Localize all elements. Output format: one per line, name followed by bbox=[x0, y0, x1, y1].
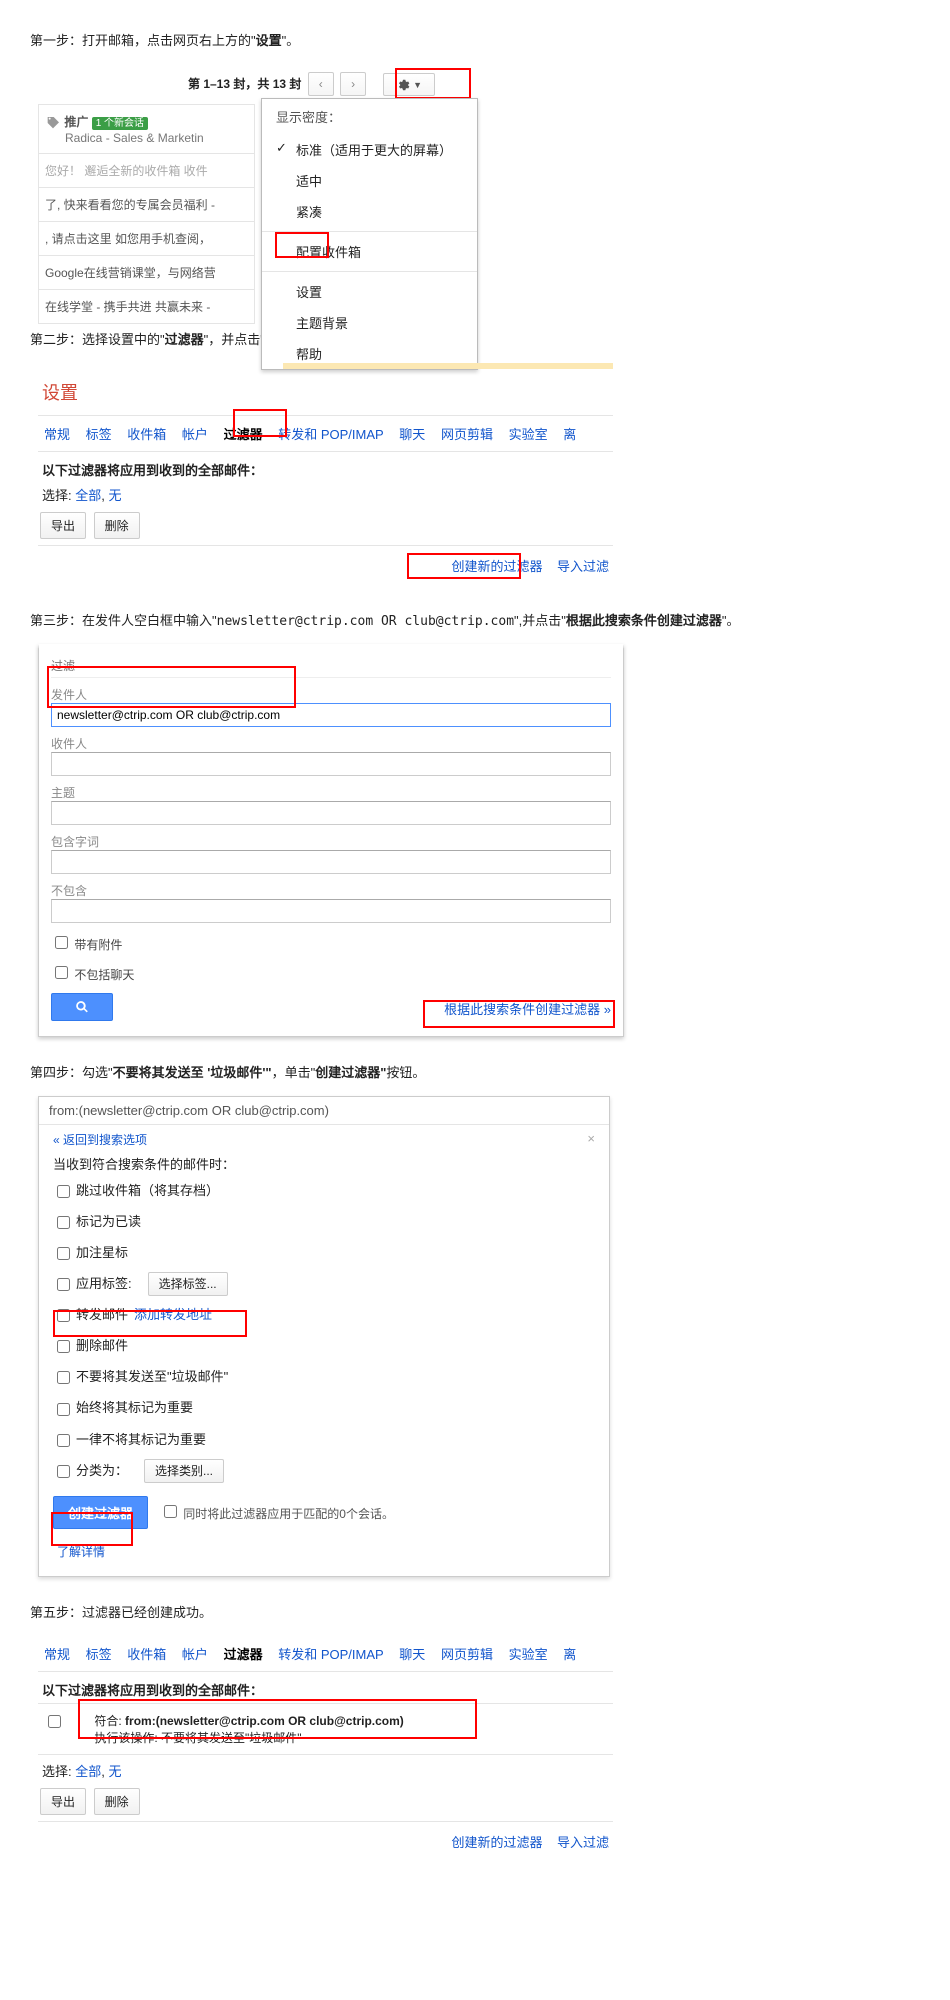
highlight-from bbox=[47, 666, 296, 708]
delete-button[interactable]: 删除 bbox=[94, 512, 140, 539]
search-icon bbox=[74, 1000, 90, 1014]
export-button[interactable]: 导出 bbox=[40, 1788, 86, 1815]
highlight-settings bbox=[275, 232, 329, 258]
tab-webclips[interactable]: 网页剪辑 bbox=[441, 427, 493, 442]
filter-from-bar: from:(newsletter@ctrip.com OR club@ctrip… bbox=[39, 1097, 609, 1125]
to-input[interactable] bbox=[51, 752, 611, 776]
search-button[interactable] bbox=[51, 993, 113, 1021]
back-link[interactable]: « 返回到搜索选项 bbox=[53, 1133, 147, 1147]
label-haswords: 包含字词 bbox=[51, 833, 611, 850]
select-none[interactable]: 无 bbox=[109, 488, 122, 503]
highlight-neverspam bbox=[53, 1310, 247, 1337]
label-subject: 主题 bbox=[51, 784, 611, 801]
highlight-search-link bbox=[423, 1000, 615, 1028]
category-select[interactable]: 选择类别... bbox=[144, 1459, 224, 1483]
export-button[interactable]: 导出 bbox=[40, 512, 86, 539]
highlight-create-filter bbox=[407, 553, 521, 579]
step1-text: 第一步：打开邮箱，点击网页右上方的"设置"。 bbox=[30, 30, 920, 49]
inbox-row[interactable]: 您好！ 邂逅全新的收件箱 收件 bbox=[39, 153, 254, 187]
highlight-gear bbox=[395, 68, 471, 99]
select-row: 选择: 全部, 无 bbox=[38, 483, 613, 506]
step1-figure: 第 1–13 封，共 13 封 ‹ › ▼ 推广 1 个新会话 Radica -… bbox=[38, 64, 478, 304]
delete-button[interactable]: 删除 bbox=[94, 1788, 140, 1815]
label-nothave: 不包含 bbox=[51, 882, 611, 899]
tab-webclips[interactable]: 网页剪辑 bbox=[441, 1647, 493, 1662]
promo-row[interactable]: 推广 1 个新会话 Radica - Sales & Marketin bbox=[39, 105, 254, 153]
cb-label[interactable] bbox=[57, 1278, 70, 1291]
tab-labels[interactable]: 标签 bbox=[86, 1647, 112, 1662]
tab-general[interactable]: 常规 bbox=[44, 1647, 70, 1662]
cb-notimportant[interactable] bbox=[57, 1434, 70, 1447]
menu-header: 显示密度： bbox=[262, 99, 477, 134]
settings-title: 设置 bbox=[38, 369, 613, 415]
inbox-row[interactable]: 了, 快来看看您的专属会员福利 - bbox=[39, 187, 254, 221]
label-to: 收件人 bbox=[51, 735, 611, 752]
menu-item-themes[interactable]: 主题背景 bbox=[262, 307, 477, 338]
inbox-row[interactable]: Google在线营销课堂，与网络营 bbox=[39, 255, 254, 289]
step2-figure: 设置 常规 标签 收件箱 帐户 过滤器 转发和 POP/IMAP 聊天 网页剪辑… bbox=[38, 363, 613, 585]
inbox-row[interactable]: , 请点击这里 如您用手机查阅， bbox=[39, 221, 254, 255]
when-header: 当收到符合搜索条件的邮件时： bbox=[53, 1148, 595, 1175]
cb-skip[interactable] bbox=[57, 1185, 70, 1198]
highlight-filter-tab bbox=[233, 409, 287, 437]
tab-forwarding[interactable]: 转发和 POP/IMAP bbox=[278, 427, 383, 442]
step5-text: 第五步：过滤器已经创建成功。 bbox=[30, 1602, 920, 1621]
next-button[interactable]: › bbox=[340, 72, 366, 96]
step5-figure: 常规 标签 收件箱 帐户 过滤器 转发和 POP/IMAP 聊天 网页剪辑 实验… bbox=[38, 1636, 613, 1861]
close-icon[interactable]: × bbox=[587, 1131, 595, 1146]
subject-input[interactable] bbox=[51, 801, 611, 825]
menu-item-compact[interactable]: 紧凑 bbox=[262, 196, 477, 227]
tab-accounts[interactable]: 帐户 bbox=[182, 427, 208, 442]
cb-category[interactable] bbox=[57, 1465, 70, 1478]
cb-nochat[interactable] bbox=[55, 966, 68, 979]
cb-read[interactable] bbox=[57, 1216, 70, 1229]
tab-labs[interactable]: 实验室 bbox=[509, 1647, 548, 1662]
import-filter-link[interactable]: 导入过滤 bbox=[557, 1835, 609, 1850]
cb-star[interactable] bbox=[57, 1247, 70, 1260]
inbox-preview: 推广 1 个新会话 Radica - Sales & Marketin 您好！ … bbox=[38, 104, 255, 324]
inbox-row[interactable]: 在线学堂 - 携手共进 共赢未来 - bbox=[39, 289, 254, 323]
step3-figure: 过滤 发件人 收件人 主题 包含字词 不包含 带有附件 不包括聊天 根据此搜索条… bbox=[38, 644, 920, 1037]
tab-general[interactable]: 常规 bbox=[44, 427, 70, 442]
tab-filters[interactable]: 过滤器 bbox=[224, 1647, 263, 1662]
label-select[interactable]: 选择标签... bbox=[148, 1272, 228, 1296]
cb-apply[interactable] bbox=[164, 1505, 177, 1518]
cb-neverspam[interactable] bbox=[57, 1371, 70, 1384]
cb-delete[interactable] bbox=[57, 1340, 70, 1353]
tag-icon bbox=[45, 115, 61, 131]
create-filter-link[interactable]: 创建新的过滤器 bbox=[452, 1835, 543, 1850]
select-none[interactable]: 无 bbox=[109, 1764, 122, 1779]
tab-offline[interactable]: 离 bbox=[563, 1647, 576, 1662]
filter-heading: 以下过滤器将应用到收到的全部邮件： bbox=[38, 452, 613, 483]
tab-labs[interactable]: 实验室 bbox=[509, 427, 548, 442]
select-all[interactable]: 全部 bbox=[75, 1764, 101, 1779]
tab-offline[interactable]: 离 bbox=[563, 427, 576, 442]
tab-chat[interactable]: 聊天 bbox=[399, 1647, 425, 1662]
tab-inbox[interactable]: 收件箱 bbox=[127, 427, 166, 442]
learn-more-link[interactable]: 了解详情 bbox=[57, 1545, 105, 1559]
tab-forwarding[interactable]: 转发和 POP/IMAP bbox=[278, 1647, 383, 1662]
highlight-filter-entry bbox=[78, 1699, 477, 1739]
prev-button[interactable]: ‹ bbox=[308, 72, 334, 96]
menu-item-comfortable[interactable]: 适中 bbox=[262, 165, 477, 196]
step4-text: 第四步：勾选"不要将其发送至 '垃圾邮件'"，单击"创建过滤器"按钮。 bbox=[30, 1062, 920, 1081]
highlight-create-btn bbox=[51, 1512, 133, 1546]
step4-figure: from:(newsletter@ctrip.com OR club@ctrip… bbox=[38, 1096, 920, 1577]
menu-item-settings[interactable]: 设置 bbox=[262, 276, 477, 307]
menu-item-standard[interactable]: 标准（适用于更大的屏幕） bbox=[262, 134, 477, 165]
nothave-input[interactable] bbox=[51, 899, 611, 923]
step3-text: 第三步：在发件人空白框中输入"newsletter@ctrip.com OR c… bbox=[30, 610, 920, 629]
haswords-input[interactable] bbox=[51, 850, 611, 874]
select-all[interactable]: 全部 bbox=[75, 488, 101, 503]
cb-attachment[interactable] bbox=[55, 936, 68, 949]
tab-accounts[interactable]: 帐户 bbox=[182, 1647, 208, 1662]
tab-labels[interactable]: 标签 bbox=[86, 427, 112, 442]
cb-important[interactable] bbox=[57, 1403, 70, 1416]
tab-inbox[interactable]: 收件箱 bbox=[127, 1647, 166, 1662]
filter-checkbox[interactable] bbox=[48, 1715, 61, 1728]
tab-chat[interactable]: 聊天 bbox=[399, 427, 425, 442]
import-filter-link[interactable]: 导入过滤 bbox=[557, 559, 609, 574]
settings-tabs: 常规 标签 收件箱 帐户 过滤器 转发和 POP/IMAP 聊天 网页剪辑 实验… bbox=[38, 415, 613, 451]
